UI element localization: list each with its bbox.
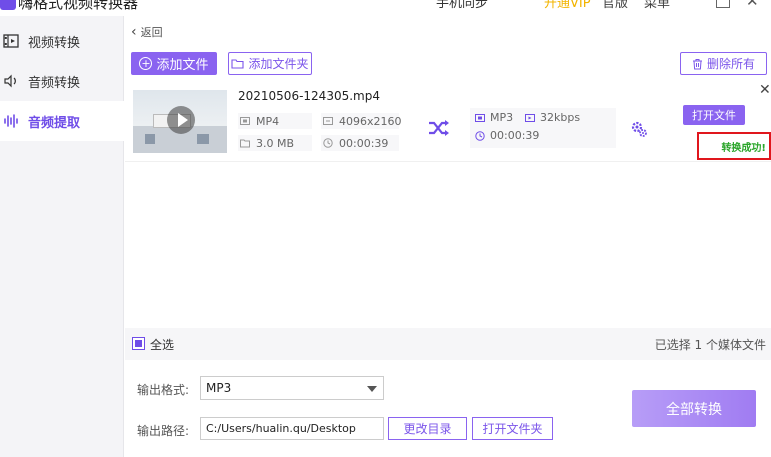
settings-gear-icon[interactable] (630, 120, 648, 138)
folder-icon (231, 58, 245, 69)
add-file-button[interactable]: + 添加文件 (131, 52, 217, 75)
back-button[interactable]: ‹ 返回 (131, 24, 163, 40)
sidebar: 视频转换 音频转换 音频提取 (0, 16, 124, 457)
output-format-select[interactable]: MP3 (200, 376, 384, 400)
status-badge: 转换成功! (697, 132, 771, 160)
add-folder-label: 添加文件夹 (248, 57, 309, 71)
back-label: 返回 (140, 26, 163, 39)
remove-file-icon[interactable]: ✕ (759, 82, 771, 98)
title-bar: 嗨格式视频转换器 手机同步 开通VIP 官版 菜单 ✕ (0, 0, 771, 12)
film-icon (2, 32, 20, 50)
chevron-down-icon (367, 386, 377, 392)
menu-button[interactable]: 菜单 (644, 0, 670, 11)
source-size: 3.0 MB (238, 135, 312, 151)
output-path-input[interactable] (200, 417, 384, 440)
source-format: MP4 (238, 113, 312, 129)
video-thumbnail[interactable] (133, 90, 227, 153)
file-list-item: 20210506-124305.mp4 MP4 4096x2160 3.0 MB… (125, 82, 771, 162)
output-format-value: MP3 (206, 381, 232, 395)
output-path-label: 输出路径: (137, 424, 190, 438)
clock-icon (475, 130, 485, 141)
source-duration: 00:00:39 (321, 135, 399, 151)
video-format-icon (240, 116, 250, 126)
add-file-label: 添加文件 (156, 58, 209, 73)
sidebar-item-audio-convert[interactable]: 音频转换 (0, 61, 124, 101)
audio-format-icon (475, 113, 485, 123)
conversion-status: 转换成功! (721, 142, 766, 154)
selection-count: 已选择 1 个媒体文件 (654, 338, 766, 352)
output-duration: 00:00:39 (475, 129, 539, 142)
selection-bar: 全选 已选择 1 个媒体文件 (125, 328, 771, 360)
delete-all-button[interactable]: 删除所有 (680, 52, 767, 75)
output-format: MP3 (475, 111, 513, 124)
output-bitrate: 32kbps (525, 111, 580, 124)
sidebar-item-video-convert[interactable]: 视频转换 (0, 21, 124, 61)
delete-all-label: 删除所有 (706, 57, 755, 71)
select-all-label[interactable]: 全选 (150, 336, 174, 353)
waveform-icon (2, 112, 20, 130)
audio-convert-icon (2, 72, 20, 90)
bitrate-icon (525, 113, 535, 123)
add-folder-button[interactable]: 添加文件夹 (228, 52, 312, 75)
chevron-left-icon: ‹ (131, 24, 137, 40)
version-link[interactable]: 官版 (602, 0, 628, 11)
output-format-label: 输出格式: (137, 383, 190, 397)
main-panel: ‹ 返回 + 添加文件 添加文件夹 删除所有 20210506-124305.m… (125, 16, 771, 457)
select-all-checkbox[interactable] (132, 337, 145, 350)
source-resolution: 4096x2160 (321, 113, 402, 129)
convert-all-button[interactable]: 全部转换 (632, 390, 756, 427)
open-file-button[interactable]: 打开文件 (683, 105, 745, 125)
sidebar-item-audio-extract[interactable]: 音频提取 (0, 101, 124, 141)
file-name: 20210506-124305.mp4 (238, 89, 380, 103)
minimize-icon[interactable] (716, 0, 730, 8)
app-title: 嗨格式视频转换器 (18, 0, 139, 12)
convert-arrows-icon (429, 120, 449, 136)
plus-circle-icon: + (139, 56, 153, 70)
app-logo-icon (0, 0, 16, 10)
sidebar-item-label: 视频转换 (28, 35, 81, 51)
app-window: 嗨格式视频转换器 手机同步 开通VIP 官版 菜单 ✕ 视频转换 音频转换 音频… (0, 0, 771, 457)
change-directory-button[interactable]: 更改目录 (388, 417, 467, 440)
sidebar-item-label: 音频转换 (28, 75, 81, 91)
sidebar-item-label: 音频提取 (28, 115, 81, 131)
play-icon[interactable] (167, 106, 195, 134)
open-vip-link[interactable]: 开通VIP (544, 0, 591, 11)
clock-icon (323, 138, 333, 148)
window-close-icon[interactable]: ✕ (746, 0, 759, 10)
resolution-icon (323, 116, 333, 126)
phone-sync-link[interactable]: 手机同步 (436, 0, 488, 11)
open-folder-button[interactable]: 打开文件夹 (472, 417, 553, 440)
trash-icon (692, 58, 703, 70)
folder-size-icon (240, 138, 250, 148)
